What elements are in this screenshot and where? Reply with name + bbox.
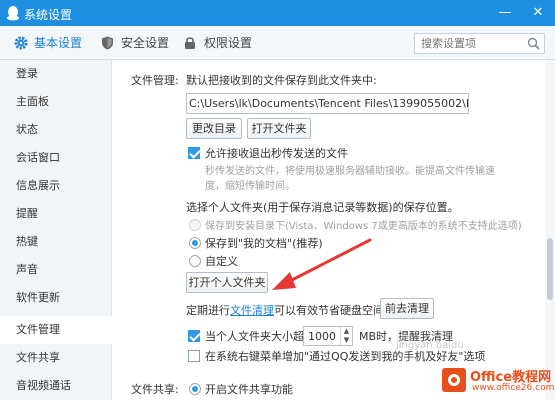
size-limit-label: 当个人文件夹大小超过 [205,330,315,343]
context-menu-checkbox[interactable] [188,350,200,362]
sidebar-item-main-panel[interactable]: 主面板 [0,88,112,116]
radio-install-dir[interactable] [189,219,201,231]
close-button[interactable]: ✕ [523,0,553,26]
shield-icon [102,36,113,50]
sidebar-item-av-call[interactable]: 音视频通话 [0,372,112,400]
cleanup-description: 定期进行文件清理可以有效节省硬盘空间。 [186,302,395,318]
radio-my-documents-label: 保存到"我的文档"(推荐) [205,237,323,250]
radio-install-dir-label: 保存到安装目录下(Vista、Windows 7或更高版本的系统不支持此选项) [205,221,522,232]
sidebar-item-sound[interactable]: 声音 [0,256,112,284]
sidebar-item-login[interactable]: 登录 [0,60,112,88]
sidebar-item-file-management[interactable]: 文件管理 [0,316,112,344]
sidebar-item-chat-window[interactable]: 会话窗口 [0,144,112,172]
instant-transfer-desc-line2: 度，缩短传输时间。 [205,181,295,192]
lock-icon [185,37,195,49]
title-bar: 系统设置 — ✕ [0,0,555,26]
open-personal-folder-button[interactable]: 打开个人文件夹 [186,272,268,293]
tab-basic-settings[interactable]: 基本设置 [14,26,86,60]
save-path-field[interactable]: C:\Users\lk\Documents\Tencent Files\1399… [186,93,469,114]
change-directory-button[interactable]: 更改目录 [186,118,242,139]
sidebar-item-software-update[interactable]: 软件更新 [0,284,112,312]
cleanup-prefix: 定期进行 [186,304,230,317]
search-input[interactable] [415,34,525,53]
radio-enable-file-sharing[interactable] [189,383,201,395]
settings-search[interactable] [414,33,545,54]
sidebar-item-hotkeys[interactable]: 热键 [0,228,112,256]
gear-icon [14,36,28,50]
sidebar-item-file-sharing[interactable]: 文件共享 [0,344,112,372]
settings-tabs: 基本设置 安全设置 权限设置 [0,26,555,60]
cleanup-suffix: 可以有效节省硬盘空间。 [274,304,395,317]
file-cleanup-link[interactable]: 文件清理 [230,304,274,317]
scrollbar-thumb[interactable] [547,238,553,300]
sidebar-item-status[interactable]: 状态 [0,116,112,144]
office-logo-icon [442,368,466,392]
enable-file-sharing-label: 开启文件共享功能 [205,383,293,396]
sidebar-item-info-display[interactable]: 信息展示 [0,172,112,200]
watermark-url: www.office26.com [472,383,555,393]
size-limit-checkbox[interactable] [188,330,200,342]
tab-label: 基本设置 [34,36,83,50]
go-cleanup-button[interactable]: 前去清理 [380,298,434,319]
allow-instant-transfer-label: 允许接收退出秒传发送的文件 [205,147,348,160]
size-limit-input[interactable] [304,327,340,345]
minimize-button[interactable]: — [490,0,520,26]
tab-security-settings[interactable]: 安全设置 [101,26,170,60]
tab-label: 安全设置 [121,36,170,50]
stepper-arrows-icon[interactable]: ▲ ▼ [340,327,352,345]
settings-sidebar: 登录 主面板 状态 会话窗口 信息展示 提醒 热键 声音 软件更新 文件管理 文… [0,60,112,400]
settings-content: 文件管理: 默认把接收到的文件保存到此文件夹中: C:\Users\lk\Doc… [113,60,555,400]
instant-transfer-desc-line1: 秒传发送的文件，将使用极速服务器辅助接收。能提高文件传输速 [205,166,495,177]
file-management-label: 文件管理: [131,74,179,87]
faint-watermark-text: jingyan.baidu [396,340,464,351]
tab-label: 权限设置 [204,36,253,50]
search-icon[interactable] [527,37,540,50]
file-sharing-label: 文件共享: [131,383,179,396]
window-title: 系统设置 [24,8,73,22]
size-limit-stepper[interactable]: ▲▼ [303,326,353,346]
tab-permission-settings[interactable]: 权限设置 [184,26,254,60]
content-scrollbar[interactable] [545,60,555,400]
radio-my-documents[interactable] [189,237,201,249]
radio-custom[interactable] [189,255,201,267]
radio-custom-label: 自定义 [205,255,238,268]
office-watermark: Office教程网 www.office26.com [440,366,555,396]
allow-instant-transfer-checkbox[interactable] [188,147,200,159]
sidebar-item-reminders[interactable]: 提醒 [0,200,112,228]
qq-penguin-icon [7,6,19,21]
default-save-description: 默认把接收到的文件保存到此文件夹中: [186,74,377,87]
open-folder-button[interactable]: 打开文件夹 [247,118,311,139]
personal-folder-description: 选择个人文件夹(用于保存消息记录等数据)的保存位置。 [186,201,459,214]
